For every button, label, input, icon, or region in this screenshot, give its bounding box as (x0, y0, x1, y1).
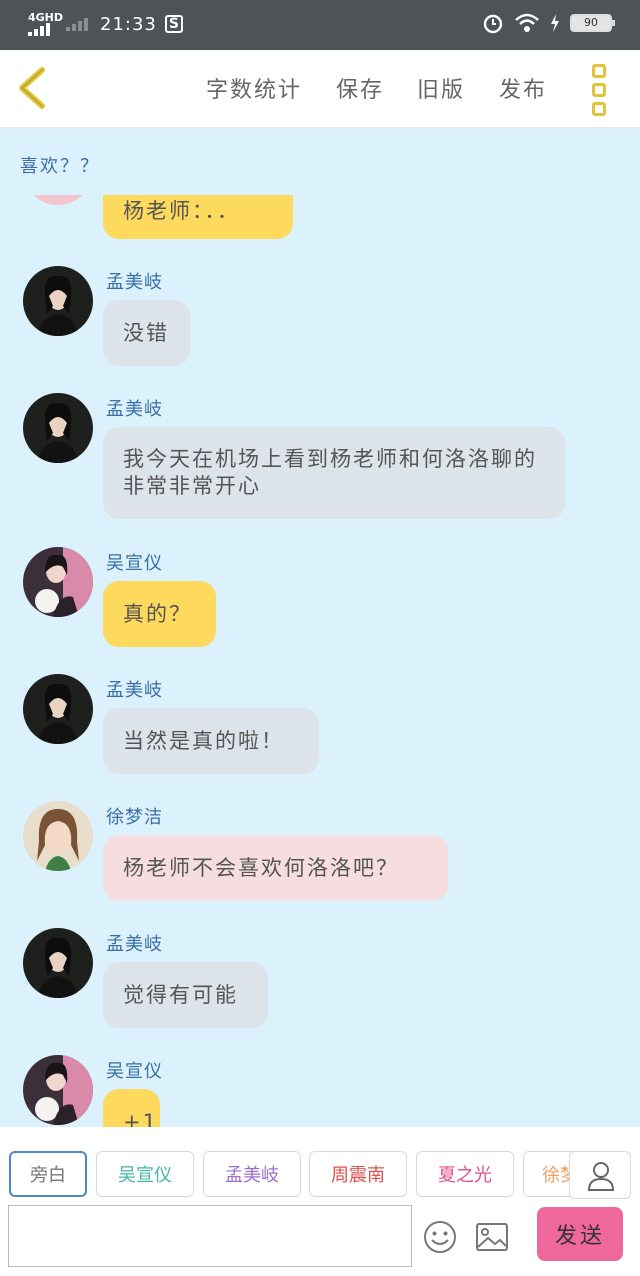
chat-title: 喜欢？？ (20, 156, 100, 177)
add-role-button[interactable] (569, 1151, 631, 1199)
sync-icon: S (164, 15, 183, 33)
status-time: 21:33 (100, 13, 157, 35)
more-menu-button[interactable] (592, 64, 616, 116)
avatar[interactable] (23, 801, 93, 871)
signal-icon (66, 17, 92, 31)
message-bubble[interactable]: 杨老师不会喜欢何洛洛吧？ (103, 835, 448, 901)
avatar[interactable] (23, 1055, 93, 1125)
sender-name: 孟美岐 (106, 272, 163, 293)
sender-name: 孟美岐 (106, 934, 163, 955)
sender-name: 孟美岐 (106, 399, 163, 420)
role-wu-xuanyi[interactable]: 吴宣仪 (96, 1151, 194, 1197)
image-button[interactable] (474, 1219, 510, 1255)
role-zhou-zhennan[interactable]: 周震南 (309, 1151, 407, 1197)
charging-icon (551, 14, 559, 32)
avatar[interactable] (23, 674, 93, 744)
save-button[interactable]: 保存 (336, 72, 384, 104)
alarm-icon (483, 14, 503, 34)
battery-icon: 90 (570, 14, 615, 32)
emoji-icon (424, 1221, 456, 1253)
message-bubble[interactable]: 杨老师：．． (103, 195, 293, 239)
compose-bar: 旁白 吴宣仪 孟美岐 周震南 夏之光 徐梦洁 发送 (0, 1127, 640, 1276)
avatar[interactable] (23, 195, 93, 205)
word-count-button[interactable]: 字数统计 (206, 72, 302, 104)
user-icon (587, 1162, 615, 1191)
message-bubble[interactable]: 我今天在机场上看到杨老师和何洛洛聊的非常非常开心 (103, 427, 565, 519)
sender-name: 孟美岐 (106, 680, 163, 701)
message-bubble[interactable]: +1 (103, 1089, 160, 1127)
message-bubble[interactable]: 没错 (103, 300, 190, 366)
avatar[interactable] (23, 547, 93, 617)
message-bubble[interactable]: 当然是真的啦！ (103, 708, 319, 774)
message-input[interactable] (8, 1205, 412, 1267)
role-xia-zhiguang[interactable]: 夏之光 (416, 1151, 514, 1197)
sim-icon: 4GHD (28, 12, 63, 36)
chevron-left-icon (19, 67, 45, 109)
sender-name: 吴宣仪 (106, 553, 163, 574)
sender-name: 徐梦洁 (106, 807, 163, 828)
image-icon (476, 1223, 508, 1251)
emoji-button[interactable] (422, 1219, 458, 1255)
avatar[interactable] (23, 393, 93, 463)
back-button[interactable] (14, 64, 54, 112)
avatar[interactable] (23, 266, 93, 336)
role-narrator[interactable]: 旁白 (9, 1151, 87, 1197)
old-version-button[interactable]: 旧版 (417, 72, 465, 104)
header: 字数统计 保存 旧版 发布 (0, 50, 640, 128)
message-bubble[interactable]: 真的？ (103, 581, 216, 647)
send-button[interactable]: 发送 (537, 1207, 623, 1261)
message-list[interactable]: 杨老师：．． 孟美岐 没错 孟美岐 我今天在机场上看到杨老师和何洛洛聊的非常非常… (0, 195, 640, 1127)
message-bubble[interactable]: 觉得有可能 (103, 962, 268, 1028)
wifi-icon (515, 13, 539, 32)
status-bar: 4GHD 21:33 S 90 (0, 0, 640, 50)
publish-button[interactable]: 发布 (499, 72, 547, 104)
role-meng-meiqi[interactable]: 孟美岐 (203, 1151, 301, 1197)
sender-name: 吴宣仪 (106, 1061, 163, 1082)
avatar[interactable] (23, 928, 93, 998)
